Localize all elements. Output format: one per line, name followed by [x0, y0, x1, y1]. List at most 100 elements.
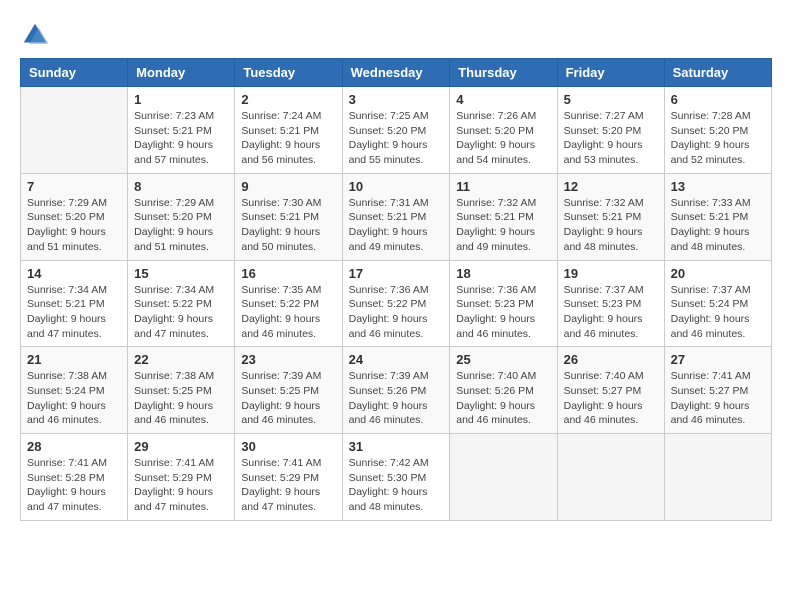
day-number: 27	[671, 352, 765, 367]
day-number: 21	[27, 352, 121, 367]
day-info: Sunrise: 7:32 AM Sunset: 5:21 PM Dayligh…	[456, 196, 550, 255]
calendar-cell: 5 Sunrise: 7:27 AM Sunset: 5:20 PM Daylig…	[557, 87, 664, 174]
day-number: 25	[456, 352, 550, 367]
day-info: Sunrise: 7:39 AM Sunset: 5:26 PM Dayligh…	[349, 369, 444, 428]
day-info: Sunrise: 7:27 AM Sunset: 5:20 PM Dayligh…	[564, 109, 658, 168]
day-number: 13	[671, 179, 765, 194]
calendar-cell: 6 Sunrise: 7:28 AM Sunset: 5:20 PM Daylig…	[664, 87, 771, 174]
calendar-cell: 17 Sunrise: 7:36 AM Sunset: 5:22 PM Dayli…	[342, 260, 450, 347]
day-number: 1	[134, 92, 228, 107]
day-number: 8	[134, 179, 228, 194]
calendar-cell: 23 Sunrise: 7:39 AM Sunset: 5:25 PM Dayli…	[235, 347, 342, 434]
day-number: 7	[27, 179, 121, 194]
week-row-3: 14Sunrise: 7:34 AM Sunset: 5:21 PM Dayli…	[21, 260, 772, 347]
day-info: Sunrise: 7:40 AM Sunset: 5:27 PM Dayligh…	[564, 369, 658, 428]
day-number: 30	[241, 439, 335, 454]
calendar-cell: 19Sunrise: 7:37 AM Sunset: 5:23 PM Dayli…	[557, 260, 664, 347]
day-number: 24	[349, 352, 444, 367]
day-number: 14	[27, 266, 121, 281]
header-monday: Monday	[128, 59, 235, 87]
week-row-4: 21 Sunrise: 7:38 AM Sunset: 5:24 PM Dayli…	[21, 347, 772, 434]
day-info: Sunrise: 7:36 AM Sunset: 5:22 PM Dayligh…	[349, 283, 444, 342]
calendar-cell: 8 Sunrise: 7:29 AM Sunset: 5:20 PM Daylig…	[128, 173, 235, 260]
logo-icon	[20, 20, 50, 50]
day-info: Sunrise: 7:26 AM Sunset: 5:20 PM Dayligh…	[456, 109, 550, 168]
week-row-5: 28Sunrise: 7:41 AM Sunset: 5:28 PM Dayli…	[21, 434, 772, 521]
day-info: Sunrise: 7:35 AM Sunset: 5:22 PM Dayligh…	[241, 283, 335, 342]
calendar-cell	[557, 434, 664, 521]
header-wednesday: Wednesday	[342, 59, 450, 87]
calendar-cell: 2 Sunrise: 7:24 AM Sunset: 5:21 PM Daylig…	[235, 87, 342, 174]
calendar-cell: 29Sunrise: 7:41 AM Sunset: 5:29 PM Dayli…	[128, 434, 235, 521]
day-info: Sunrise: 7:38 AM Sunset: 5:25 PM Dayligh…	[134, 369, 228, 428]
day-info: Sunrise: 7:33 AM Sunset: 5:21 PM Dayligh…	[671, 196, 765, 255]
calendar-cell: 18 Sunrise: 7:36 AM Sunset: 5:23 PM Dayli…	[450, 260, 557, 347]
day-number: 22	[134, 352, 228, 367]
day-info: Sunrise: 7:42 AM Sunset: 5:30 PM Dayligh…	[349, 456, 444, 515]
week-row-1: 1 Sunrise: 7:23 AM Sunset: 5:21 PM Daylig…	[21, 87, 772, 174]
day-info: Sunrise: 7:37 AM Sunset: 5:24 PM Dayligh…	[671, 283, 765, 342]
day-info: Sunrise: 7:41 AM Sunset: 5:28 PM Dayligh…	[27, 456, 121, 515]
day-info: Sunrise: 7:41 AM Sunset: 5:29 PM Dayligh…	[241, 456, 335, 515]
day-number: 19	[564, 266, 658, 281]
day-number: 4	[456, 92, 550, 107]
calendar-cell: 16Sunrise: 7:35 AM Sunset: 5:22 PM Dayli…	[235, 260, 342, 347]
calendar-cell: 4 Sunrise: 7:26 AM Sunset: 5:20 PM Daylig…	[450, 87, 557, 174]
day-info: Sunrise: 7:36 AM Sunset: 5:23 PM Dayligh…	[456, 283, 550, 342]
calendar-cell	[664, 434, 771, 521]
day-info: Sunrise: 7:29 AM Sunset: 5:20 PM Dayligh…	[134, 196, 228, 255]
day-info: Sunrise: 7:39 AM Sunset: 5:25 PM Dayligh…	[241, 369, 335, 428]
day-info: Sunrise: 7:30 AM Sunset: 5:21 PM Dayligh…	[241, 196, 335, 255]
day-info: Sunrise: 7:29 AM Sunset: 5:20 PM Dayligh…	[27, 196, 121, 255]
day-info: Sunrise: 7:41 AM Sunset: 5:29 PM Dayligh…	[134, 456, 228, 515]
calendar-cell: 24 Sunrise: 7:39 AM Sunset: 5:26 PM Dayli…	[342, 347, 450, 434]
calendar-cell: 26 Sunrise: 7:40 AM Sunset: 5:27 PM Dayli…	[557, 347, 664, 434]
day-number: 23	[241, 352, 335, 367]
calendar-cell: 28Sunrise: 7:41 AM Sunset: 5:28 PM Dayli…	[21, 434, 128, 521]
day-number: 17	[349, 266, 444, 281]
calendar-cell: 27Sunrise: 7:41 AM Sunset: 5:27 PM Dayli…	[664, 347, 771, 434]
header-sunday: Sunday	[21, 59, 128, 87]
logo	[20, 20, 54, 50]
day-number: 10	[349, 179, 444, 194]
calendar-cell	[450, 434, 557, 521]
calendar: SundayMondayTuesdayWednesdayThursdayFrid…	[20, 58, 772, 521]
calendar-cell: 7 Sunrise: 7:29 AM Sunset: 5:20 PM Daylig…	[21, 173, 128, 260]
day-info: Sunrise: 7:34 AM Sunset: 5:22 PM Dayligh…	[134, 283, 228, 342]
calendar-cell: 12 Sunrise: 7:32 AM Sunset: 5:21 PM Dayli…	[557, 173, 664, 260]
day-number: 20	[671, 266, 765, 281]
header-saturday: Saturday	[664, 59, 771, 87]
day-info: Sunrise: 7:38 AM Sunset: 5:24 PM Dayligh…	[27, 369, 121, 428]
calendar-cell: 11 Sunrise: 7:32 AM Sunset: 5:21 PM Dayli…	[450, 173, 557, 260]
calendar-cell: 15 Sunrise: 7:34 AM Sunset: 5:22 PM Dayli…	[128, 260, 235, 347]
calendar-cell: 1 Sunrise: 7:23 AM Sunset: 5:21 PM Daylig…	[128, 87, 235, 174]
day-info: Sunrise: 7:23 AM Sunset: 5:21 PM Dayligh…	[134, 109, 228, 168]
calendar-cell: 31 Sunrise: 7:42 AM Sunset: 5:30 PM Dayli…	[342, 434, 450, 521]
day-number: 31	[349, 439, 444, 454]
day-number: 18	[456, 266, 550, 281]
day-number: 12	[564, 179, 658, 194]
calendar-cell: 9 Sunrise: 7:30 AM Sunset: 5:21 PM Daylig…	[235, 173, 342, 260]
day-info: Sunrise: 7:32 AM Sunset: 5:21 PM Dayligh…	[564, 196, 658, 255]
calendar-cell: 22 Sunrise: 7:38 AM Sunset: 5:25 PM Dayli…	[128, 347, 235, 434]
day-number: 26	[564, 352, 658, 367]
day-info: Sunrise: 7:24 AM Sunset: 5:21 PM Dayligh…	[241, 109, 335, 168]
day-number: 2	[241, 92, 335, 107]
day-number: 6	[671, 92, 765, 107]
day-number: 5	[564, 92, 658, 107]
day-info: Sunrise: 7:28 AM Sunset: 5:20 PM Dayligh…	[671, 109, 765, 168]
day-info: Sunrise: 7:31 AM Sunset: 5:21 PM Dayligh…	[349, 196, 444, 255]
calendar-cell: 21 Sunrise: 7:38 AM Sunset: 5:24 PM Dayli…	[21, 347, 128, 434]
week-row-2: 7 Sunrise: 7:29 AM Sunset: 5:20 PM Daylig…	[21, 173, 772, 260]
calendar-cell: 14Sunrise: 7:34 AM Sunset: 5:21 PM Dayli…	[21, 260, 128, 347]
calendar-cell: 10 Sunrise: 7:31 AM Sunset: 5:21 PM Dayli…	[342, 173, 450, 260]
header-thursday: Thursday	[450, 59, 557, 87]
day-number: 3	[349, 92, 444, 107]
header-friday: Friday	[557, 59, 664, 87]
day-number: 11	[456, 179, 550, 194]
day-number: 9	[241, 179, 335, 194]
day-info: Sunrise: 7:40 AM Sunset: 5:26 PM Dayligh…	[456, 369, 550, 428]
day-number: 15	[134, 266, 228, 281]
calendar-cell: 20 Sunrise: 7:37 AM Sunset: 5:24 PM Dayli…	[664, 260, 771, 347]
day-info: Sunrise: 7:25 AM Sunset: 5:20 PM Dayligh…	[349, 109, 444, 168]
